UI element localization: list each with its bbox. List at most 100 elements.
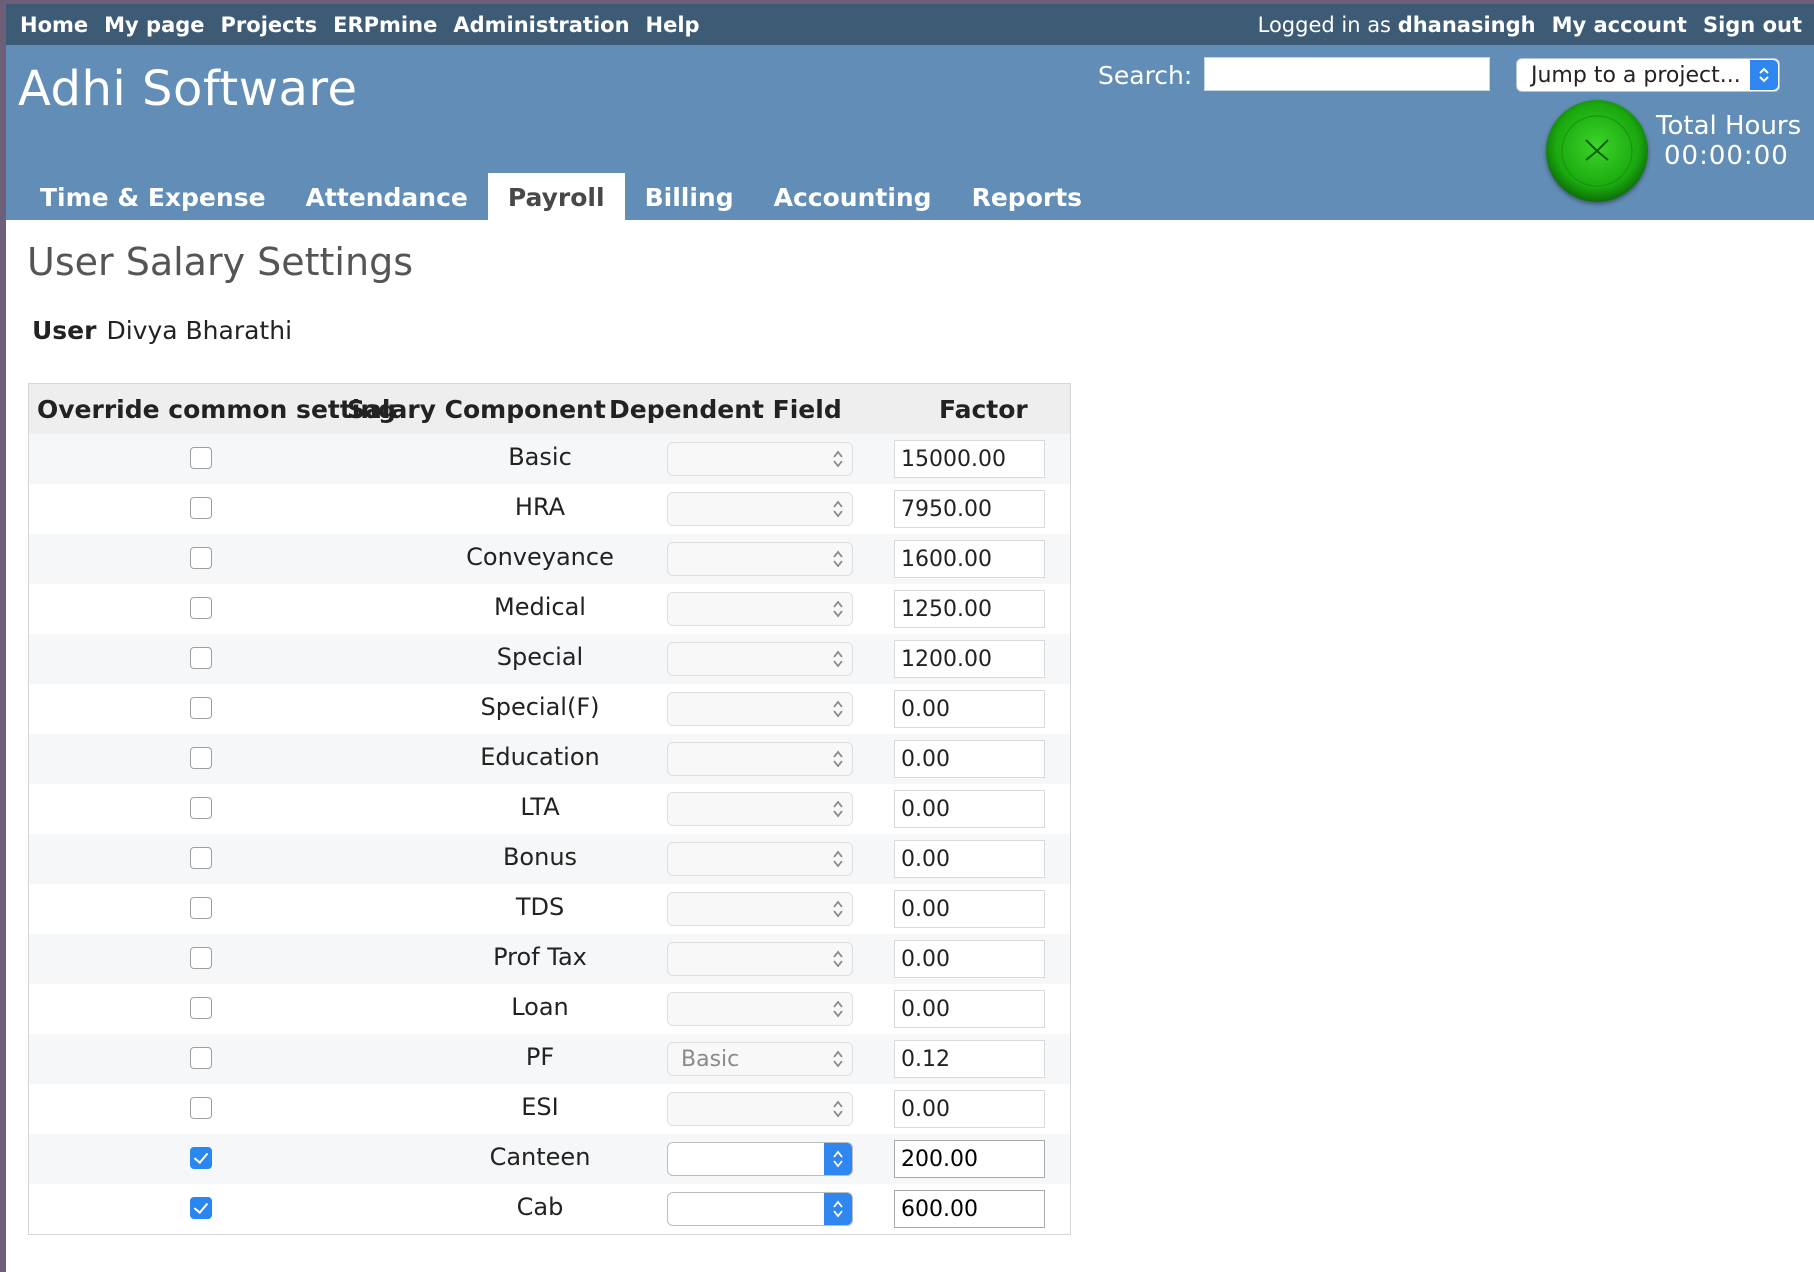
dependent-field-select [667, 942, 853, 976]
override-checkbox[interactable] [190, 1047, 212, 1069]
override-checkbox[interactable] [190, 947, 212, 969]
factor-input[interactable] [894, 640, 1045, 678]
factor-input[interactable] [894, 1040, 1045, 1078]
dependent-field-select [667, 842, 853, 876]
table-row: Education [29, 734, 1070, 784]
salary-component-name: Canteen [489, 1143, 591, 1171]
top-menu-home[interactable]: Home [20, 13, 88, 37]
top-menu-help[interactable]: Help [646, 13, 700, 37]
username-link[interactable]: dhanasingh [1398, 13, 1536, 37]
up-down-chevron-icon [830, 847, 846, 871]
override-checkbox[interactable] [190, 497, 212, 519]
table-row: Cab [29, 1184, 1070, 1234]
dependent-field-select [667, 692, 853, 726]
override-checkbox[interactable] [190, 647, 212, 669]
override-checkbox[interactable] [190, 1197, 212, 1219]
dependent-field-select [667, 742, 853, 776]
salary-component-name: TDS [515, 893, 565, 921]
tab-reports[interactable]: Reports [952, 173, 1102, 220]
override-checkbox[interactable] [190, 597, 212, 619]
dependent-field-select [667, 792, 853, 826]
override-checkbox[interactable] [190, 697, 212, 719]
sign-out-link[interactable]: Sign out [1703, 13, 1802, 37]
salary-component-name: Bonus [502, 843, 578, 871]
table-row: Canteen [29, 1134, 1070, 1184]
up-down-chevron-icon [830, 547, 846, 571]
up-down-chevron-icon [830, 697, 846, 721]
user-label: User [32, 316, 97, 345]
dependent-field-select [667, 642, 853, 676]
up-down-chevron-icon [830, 1097, 846, 1121]
total-hours-label: Total Hours [1656, 111, 1802, 141]
user-name: Divya Bharathi [106, 316, 293, 345]
tab-attendance[interactable]: Attendance [286, 173, 488, 220]
salary-component-name: Conveyance [466, 543, 614, 571]
top-menu-erpmine[interactable]: ERPmine [333, 13, 437, 37]
table-row: PF Basic [29, 1034, 1070, 1084]
factor-input[interactable] [894, 540, 1045, 578]
tab-billing[interactable]: Billing [625, 173, 754, 220]
override-checkbox[interactable] [190, 447, 212, 469]
factor-input[interactable] [894, 1090, 1045, 1128]
top-menu-projects[interactable]: Projects [221, 13, 318, 37]
jump-to-project-select[interactable]: Jump to a project... [1516, 58, 1780, 92]
override-checkbox[interactable] [190, 847, 212, 869]
factor-input[interactable] [894, 590, 1045, 628]
header-salary-component: Salary Component [347, 395, 606, 424]
salary-component-name: Loan [511, 993, 569, 1021]
factor-input[interactable] [894, 990, 1045, 1028]
override-checkbox[interactable] [190, 547, 212, 569]
tab-time-expense[interactable]: Time & Expense [20, 173, 286, 220]
header-factor: Factor [939, 395, 1028, 424]
override-checkbox[interactable] [190, 897, 212, 919]
up-down-chevron-icon [1750, 60, 1778, 90]
factor-input[interactable] [894, 490, 1045, 528]
factor-input[interactable] [894, 740, 1045, 778]
dependent-field-value: Basic [681, 1047, 740, 1072]
dependent-field-select [667, 442, 853, 476]
up-down-chevron-icon [824, 1193, 852, 1225]
tab-accounting[interactable]: Accounting [754, 173, 952, 220]
dependent-field-select [667, 1092, 853, 1126]
override-checkbox[interactable] [190, 797, 212, 819]
override-checkbox[interactable] [190, 1147, 212, 1169]
factor-input[interactable] [894, 890, 1045, 928]
account-links: Logged in as dhanasingh My account Sign … [1258, 4, 1802, 45]
salary-component-name: Prof Tax [493, 943, 587, 971]
logged-in-prefix: Logged in as [1257, 12, 1392, 37]
factor-input[interactable] [894, 1140, 1045, 1178]
tab-payroll[interactable]: Payroll [487, 173, 625, 220]
factor-input[interactable] [894, 790, 1045, 828]
factor-input[interactable] [894, 940, 1045, 978]
table-row: Loan [29, 984, 1070, 1034]
dependent-field-select [667, 592, 853, 626]
override-checkbox[interactable] [190, 747, 212, 769]
salary-component-name: Special [496, 643, 584, 671]
top-menu-my-page[interactable]: My page [104, 13, 204, 37]
search-label: Search: [1098, 61, 1193, 90]
dependent-field-select[interactable] [667, 1192, 853, 1226]
factor-input[interactable] [894, 840, 1045, 878]
dependent-field-select [667, 892, 853, 926]
jump-select-value: Jump to a project... [1531, 63, 1741, 88]
salary-component-name: Medical [494, 593, 586, 621]
factor-input[interactable] [894, 440, 1045, 478]
dependent-field-select[interactable] [667, 1142, 853, 1176]
salary-component-name: HRA [514, 493, 566, 521]
user-line: User Divya Bharathi [32, 316, 292, 345]
override-checkbox[interactable] [190, 1097, 212, 1119]
my-account-link[interactable]: My account [1552, 13, 1687, 37]
up-down-chevron-icon [830, 997, 846, 1021]
salary-component-name: Basic [508, 443, 572, 471]
top-menu-administration[interactable]: Administration [453, 13, 629, 37]
search-input[interactable] [1204, 57, 1490, 91]
salary-settings-table: Override common setting Salary Component… [28, 383, 1071, 1235]
table-row: Prof Tax [29, 934, 1070, 984]
factor-input[interactable] [894, 690, 1045, 728]
factor-input[interactable] [894, 1190, 1045, 1228]
header-dependent-field: Dependent Field [609, 395, 842, 424]
override-checkbox[interactable] [190, 997, 212, 1019]
green-clock-icon[interactable] [1546, 100, 1648, 202]
table-row: Special(F) [29, 684, 1070, 734]
table-header: Override common setting Salary Component… [29, 384, 1070, 434]
